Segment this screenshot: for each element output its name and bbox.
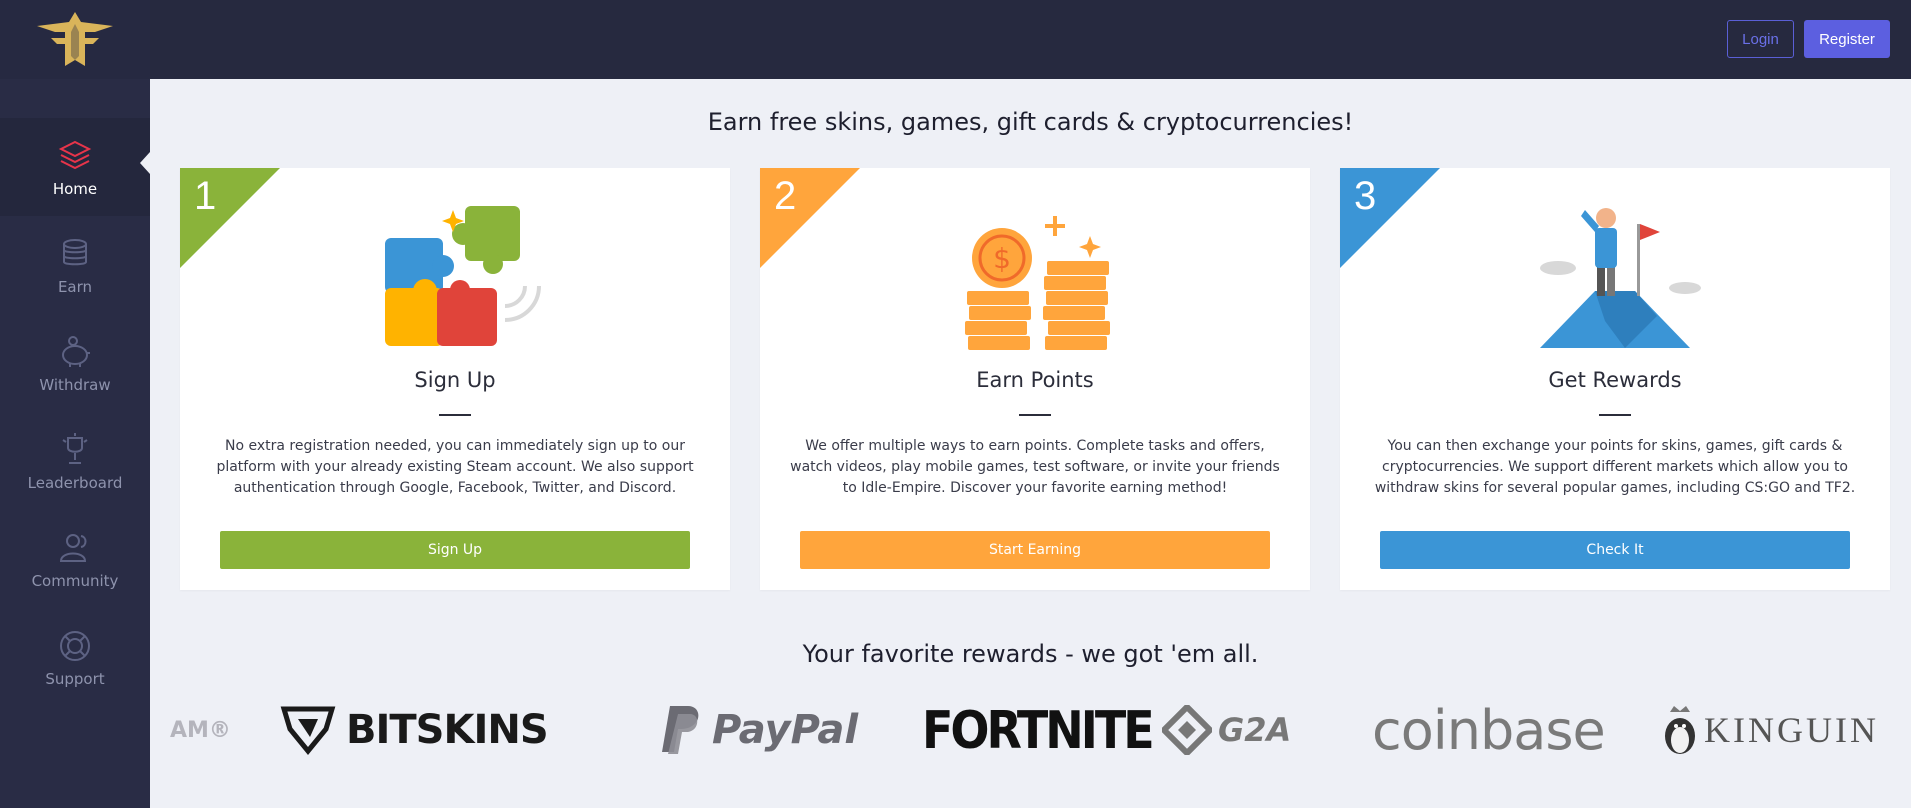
brand-name: coinbase <box>1372 698 1606 762</box>
puzzle-icon <box>365 196 545 356</box>
step-description: No extra registration needed, you can im… <box>216 438 694 496</box>
brand-logo-steam: AM® <box>170 695 231 765</box>
sidebar-item-support[interactable]: Support <box>0 608 150 706</box>
step-title: Get Rewards <box>1548 368 1682 392</box>
layers-icon <box>0 138 150 176</box>
start-earning-button[interactable]: Start Earning <box>800 531 1270 569</box>
step-card-earn-points: 2 $ Earn Points We offer multiple ways t… <box>760 168 1310 590</box>
step-number: 1 <box>194 174 217 218</box>
brand-name: KINGUIN <box>1704 710 1879 750</box>
brand-logo-bitskins: BITSKINS <box>280 695 549 765</box>
title-divider <box>439 414 471 416</box>
active-nav-pointer <box>140 152 150 174</box>
hero-title: Earn free skins, games, gift cards & cry… <box>707 108 1354 136</box>
sidebar-item-earn[interactable]: Earn <box>0 216 150 314</box>
mountain-flag-icon <box>1525 196 1705 356</box>
step-card-get-rewards: 3 Get Rewards You can then exchange your… <box>1340 168 1890 590</box>
piggy-bank-icon <box>0 334 150 372</box>
coin-stacks-icon: $ <box>945 196 1125 356</box>
brand-name: FORTNITE <box>922 699 1155 761</box>
brand-name: G2A <box>1218 711 1292 749</box>
sidebar-item-label: Leaderboard <box>27 474 123 492</box>
sidebar-item-label: Withdraw <box>39 376 111 394</box>
g2a-diamond-icon <box>1162 705 1212 755</box>
sidebar-item-label: Community <box>31 572 119 590</box>
brand-logo-g2a: G2A <box>1162 695 1291 765</box>
step-title: Earn Points <box>976 368 1094 392</box>
top-bar <box>150 0 1911 79</box>
sidebar-item-home[interactable]: Home <box>0 118 150 216</box>
register-button[interactable]: Register <box>1804 20 1890 58</box>
step-card-sign-up: 1 Sign Up No extra registration needed, … <box>180 168 730 590</box>
svg-text:$: $ <box>993 242 1011 275</box>
brand-logo-coinbase: coinbase <box>1372 695 1606 765</box>
title-divider <box>1019 414 1051 416</box>
step-description: We offer multiple ways to earn points. C… <box>790 438 1280 496</box>
paypal-p-icon <box>662 706 699 754</box>
sidebar-item-leaderboard[interactable]: Leaderboard <box>0 412 150 510</box>
step-title: Sign Up <box>414 368 496 392</box>
lifebuoy-icon <box>0 628 150 666</box>
brand-name: BITSKINS <box>346 707 549 753</box>
title-divider <box>1599 414 1631 416</box>
brand-logo-fortnite: FORTNITE <box>922 695 1155 765</box>
sidebar-item-withdraw[interactable]: Withdraw <box>0 314 150 412</box>
step-number: 2 <box>774 174 797 218</box>
brand-name: PayPal <box>712 707 859 753</box>
sidebar-item-community[interactable]: Community <box>0 510 150 608</box>
eagle-logo-icon <box>37 12 113 66</box>
brand-name: AM® <box>170 717 231 743</box>
step-description: You can then exchange your points for sk… <box>1374 438 1856 496</box>
bitskins-shield-icon <box>280 706 336 755</box>
rewards-logo-carousel: AM® BITSKINS PayPal FORTNITE G2A coinbas… <box>170 695 1881 765</box>
brand-logo-kinguin: KINGUIN <box>1662 695 1879 765</box>
brand-logo-paypal: PayPal <box>660 695 858 765</box>
login-button[interactable]: Login <box>1727 20 1794 58</box>
step-number: 3 <box>1354 174 1377 218</box>
coins-icon <box>0 236 150 274</box>
sidebar-item-label: Support <box>45 670 105 688</box>
sidebar-item-label: Earn <box>57 278 93 296</box>
check-it-button[interactable]: Check It <box>1380 531 1850 569</box>
sidebar-item-label: Home <box>52 180 98 198</box>
site-logo[interactable] <box>0 0 150 79</box>
trophy-icon <box>0 432 150 470</box>
rewards-title: Your favorite rewards - we got 'em all. <box>802 640 1259 668</box>
users-icon <box>0 530 150 568</box>
penguin-crown-icon <box>1665 706 1695 754</box>
sign-up-button[interactable]: Sign Up <box>220 531 690 569</box>
sidebar: Home Earn Withdraw Leaderboard Community… <box>0 0 150 808</box>
